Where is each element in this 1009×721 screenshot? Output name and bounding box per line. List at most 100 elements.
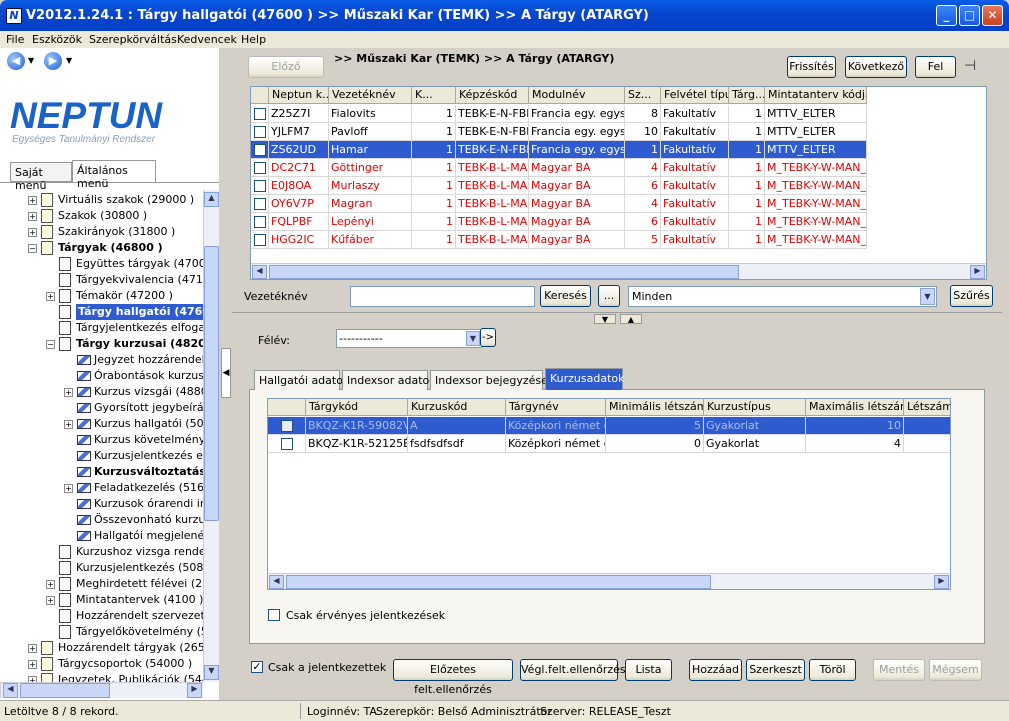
table-cell[interactable]: Fialovits <box>329 105 412 123</box>
cancel-button[interactable]: Mégsem <box>929 659 982 681</box>
table-cell[interactable]: 5 <box>625 231 661 249</box>
table-cell[interactable]: E0J8OA <box>269 177 329 195</box>
table-cell[interactable]: M_TEBK-Y-W-MAN_ <box>765 231 867 249</box>
table-cell[interactable]: 10 <box>806 417 904 435</box>
table-cell[interactable]: Fakultatív <box>661 231 729 249</box>
table-cell[interactable]: MTTV_ELTER <box>765 123 867 141</box>
up-button[interactable]: Fel <box>915 56 956 78</box>
table-cell[interactable]: 5 <box>606 417 704 435</box>
tab-index-entries[interactable]: Indexsor bejegyzések <box>430 370 554 390</box>
table-cell[interactable]: 6 <box>625 213 661 231</box>
collapse-icon[interactable]: − <box>28 244 37 253</box>
delete-button[interactable]: Töröl <box>809 659 856 681</box>
table-cell[interactable]: Középkori német okl <box>506 435 606 453</box>
split-down-icon[interactable]: ▼ <box>594 314 616 324</box>
add-button[interactable]: Hozzáad <box>689 659 742 681</box>
chevron-down-icon[interactable]: ▼ <box>920 288 935 305</box>
tree-item[interactable]: + Hozzárendelt tárgyak (2650 ) <box>0 640 203 656</box>
column-header[interactable]: Minimális létszám <box>606 399 704 416</box>
table-cell[interactable]: DC2C71 <box>269 159 329 177</box>
expand-icon[interactable]: + <box>28 212 37 221</box>
table-cell[interactable]: Fakultatív <box>661 177 729 195</box>
save-button[interactable]: Mentés <box>873 659 925 681</box>
tree-item[interactable]: Hozzárendelt szervezeti e <box>0 608 203 624</box>
menu-file[interactable]: File <box>6 33 24 46</box>
menu-favorites[interactable]: Kedvencek <box>177 33 237 46</box>
table-cell[interactable]: 1 <box>729 123 765 141</box>
tree-item[interactable]: Kurzusok órarendi infó <box>0 496 203 512</box>
header-check[interactable] <box>251 87 269 104</box>
table-cell[interactable]: Francia egy. egyszakos <box>529 123 625 141</box>
table-cell[interactable]: Fakultatív <box>661 159 729 177</box>
table-cell[interactable]: 1 <box>729 141 765 159</box>
surname-input[interactable] <box>350 286 535 307</box>
prev-button[interactable]: Előző <box>248 56 324 78</box>
column-header[interactable]: Felvétel típusa <box>661 87 729 104</box>
tree-item[interactable]: Kurzushoz vizsga rendele <box>0 544 203 560</box>
column-header[interactable]: Tárg... <box>729 87 765 104</box>
collapse-icon[interactable]: − <box>46 340 55 349</box>
table-cell[interactable]: 1 <box>729 105 765 123</box>
scroll-left-icon[interactable]: ◀ <box>269 575 284 589</box>
final-check-button[interactable]: Végl.felt.ellenőrzés <box>520 659 626 681</box>
table-cell[interactable]: 1 <box>729 213 765 231</box>
row-checkbox-cell[interactable] <box>251 123 269 141</box>
table-cell[interactable]: M_TEBK-Y-W-MAN_ <box>765 195 867 213</box>
table-cell[interactable] <box>904 417 950 435</box>
table-cell[interactable]: OY6V7P <box>269 195 329 213</box>
table-cell[interactable]: 10 <box>625 123 661 141</box>
row-checkbox-cell[interactable] <box>251 141 269 159</box>
table-cell[interactable]: Középkori német okl <box>506 417 606 435</box>
table-cell[interactable]: Hamar <box>329 141 412 159</box>
table-cell[interactable]: FQLPBF <box>269 213 329 231</box>
close-button[interactable]: ✕ <box>982 5 1003 26</box>
grid-horizontal-scrollbar[interactable]: ◀ ▶ <box>251 263 986 279</box>
scroll-left-icon[interactable]: ◀ <box>3 683 18 698</box>
table-cell[interactable]: ZS62UD <box>269 141 329 159</box>
tree-item[interactable]: Jegyzet hozzárendelé <box>0 352 203 368</box>
row-checkbox[interactable] <box>254 126 266 138</box>
tab-course-data[interactable]: Kurzusadatok <box>545 368 625 390</box>
table-cell[interactable]: Fakultatív <box>661 213 729 231</box>
expand-icon[interactable]: + <box>28 644 37 653</box>
tree-item[interactable]: Kurzusjelentkezés (50800 <box>0 560 203 576</box>
course-grid-horizontal-scrollbar[interactable]: ◀ ▶ <box>268 573 950 589</box>
expand-icon[interactable]: + <box>64 420 73 429</box>
table-cell[interactable]: Kűfáber <box>329 231 412 249</box>
tree-item[interactable]: − Tárgy kurzusai (4820 <box>0 336 203 352</box>
table-cell[interactable]: TEBK-B-L-MAI <box>456 231 529 249</box>
column-header[interactable]: Neptun k... <box>269 87 329 104</box>
semester-select[interactable]: ----------- ▼ <box>336 329 482 348</box>
scroll-thumb[interactable] <box>204 246 219 521</box>
scroll-right-icon[interactable]: ▶ <box>934 575 949 589</box>
expand-icon[interactable]: + <box>28 660 37 669</box>
table-cell[interactable]: 1 <box>412 105 456 123</box>
tree-item[interactable]: + Meghirdetett félévei (2684 <box>0 576 203 592</box>
table-cell[interactable]: Francia egy. egyszakos <box>529 141 625 159</box>
tree-item[interactable]: + Kurzus vizsgái (48800 <box>0 384 203 400</box>
tree-item[interactable]: Kurzus követelmény e <box>0 432 203 448</box>
column-header[interactable]: Létszám <box>904 399 950 416</box>
scroll-left-icon[interactable]: ◀ <box>252 265 267 279</box>
row-checkbox[interactable] <box>254 108 266 120</box>
tree-item[interactable]: + Virtuális szakok (29000 ) <box>0 192 203 208</box>
panel-splitter[interactable]: ◀ <box>219 48 233 700</box>
minimize-button[interactable]: _ <box>936 5 957 26</box>
table-cell[interactable]: Fakultatív <box>661 105 729 123</box>
row-checkbox-cell[interactable] <box>251 159 269 177</box>
table-cell[interactable]: Fakultatív <box>661 195 729 213</box>
semester-chevron-down-icon[interactable]: ▼ <box>466 331 480 346</box>
table-cell[interactable]: Magyar BA <box>529 231 625 249</box>
tree-item[interactable]: Tárgyelőkövetelmény (50 <box>0 624 203 640</box>
tree-item[interactable]: + Kurzus hallgatói (5060 <box>0 416 203 432</box>
row-checkbox[interactable] <box>281 420 293 432</box>
table-cell[interactable]: 1 <box>412 177 456 195</box>
row-checkbox-cell[interactable] <box>251 231 269 249</box>
table-cell[interactable]: 1 <box>729 231 765 249</box>
scroll-right-icon[interactable]: ▶ <box>970 265 985 279</box>
row-checkbox-cell[interactable] <box>268 435 306 453</box>
table-cell[interactable]: 4 <box>625 159 661 177</box>
row-checkbox[interactable] <box>254 234 266 246</box>
semester-go-button[interactable]: -> <box>480 328 496 347</box>
hscroll-thumb[interactable] <box>20 683 110 698</box>
